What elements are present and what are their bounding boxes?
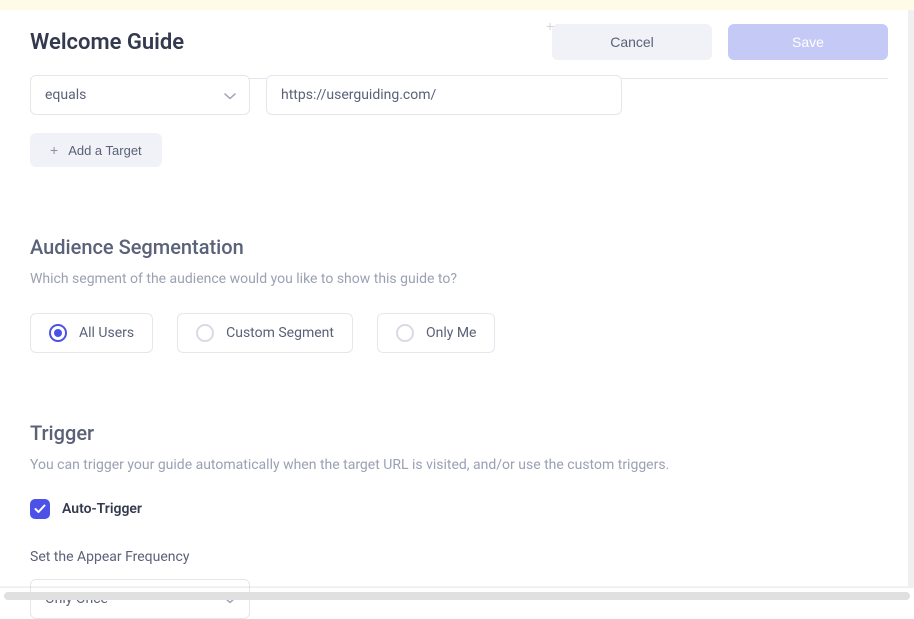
radio-label: All Users <box>79 325 134 341</box>
bottom-shadow <box>0 586 914 588</box>
target-row: equals https://userguiding.com/ <box>30 75 888 115</box>
header-actions: + Cancel Save <box>552 24 888 60</box>
page-title: Welcome Guide <box>30 30 184 55</box>
trigger-title: Trigger <box>30 421 888 445</box>
horizontal-scrollbar[interactable] <box>4 592 910 600</box>
main-content: equals https://userguiding.com/ + Add a … <box>0 75 914 619</box>
target-url-input[interactable]: https://userguiding.com/ <box>266 75 622 115</box>
target-condition-value: equals <box>45 87 86 103</box>
radio-icon <box>196 324 214 342</box>
auto-trigger-label: Auto-Trigger <box>62 501 142 517</box>
radio-dot-icon <box>54 329 62 337</box>
audience-section: Audience Segmentation Which segment of t… <box>30 235 888 353</box>
cancel-label: Cancel <box>610 34 654 50</box>
save-label: Save <box>792 34 824 50</box>
radio-icon <box>396 324 414 342</box>
plus-icon: + <box>50 142 58 158</box>
auto-trigger-row: Auto-Trigger <box>30 499 888 519</box>
plus-icon: + <box>546 18 554 34</box>
add-target-label: Add a Target <box>68 143 141 158</box>
frequency-label: Set the Appear Frequency <box>30 549 888 565</box>
audience-title: Audience Segmentation <box>30 235 888 259</box>
target-url-input-wrap: https://userguiding.com/ <box>266 75 622 115</box>
trigger-description: You can trigger your guide automatically… <box>30 457 888 473</box>
target-condition-select[interactable]: equals <box>30 75 250 115</box>
audience-option-all-users[interactable]: All Users <box>30 313 153 353</box>
check-icon <box>34 504 46 514</box>
radio-label: Custom Segment <box>226 325 334 341</box>
audience-option-only-me[interactable]: Only Me <box>377 313 496 353</box>
audience-radio-group: All Users Custom Segment Only Me <box>30 313 888 353</box>
radio-icon <box>49 324 67 342</box>
radio-label: Only Me <box>426 325 477 341</box>
cancel-button[interactable]: + Cancel <box>552 24 712 60</box>
auto-trigger-checkbox[interactable] <box>30 499 50 519</box>
add-target-button[interactable]: + Add a Target <box>30 133 162 167</box>
audience-description: Which segment of the audience would you … <box>30 271 888 287</box>
target-url-value: https://userguiding.com/ <box>281 87 436 103</box>
audience-option-custom-segment[interactable]: Custom Segment <box>177 313 353 353</box>
header: Welcome Guide + Cancel Save <box>0 10 914 78</box>
top-accent-bar <box>0 0 914 10</box>
save-button[interactable]: Save <box>728 24 888 60</box>
trigger-section: Trigger You can trigger your guide autom… <box>30 421 888 619</box>
vertical-scrollbar[interactable] <box>908 10 914 588</box>
